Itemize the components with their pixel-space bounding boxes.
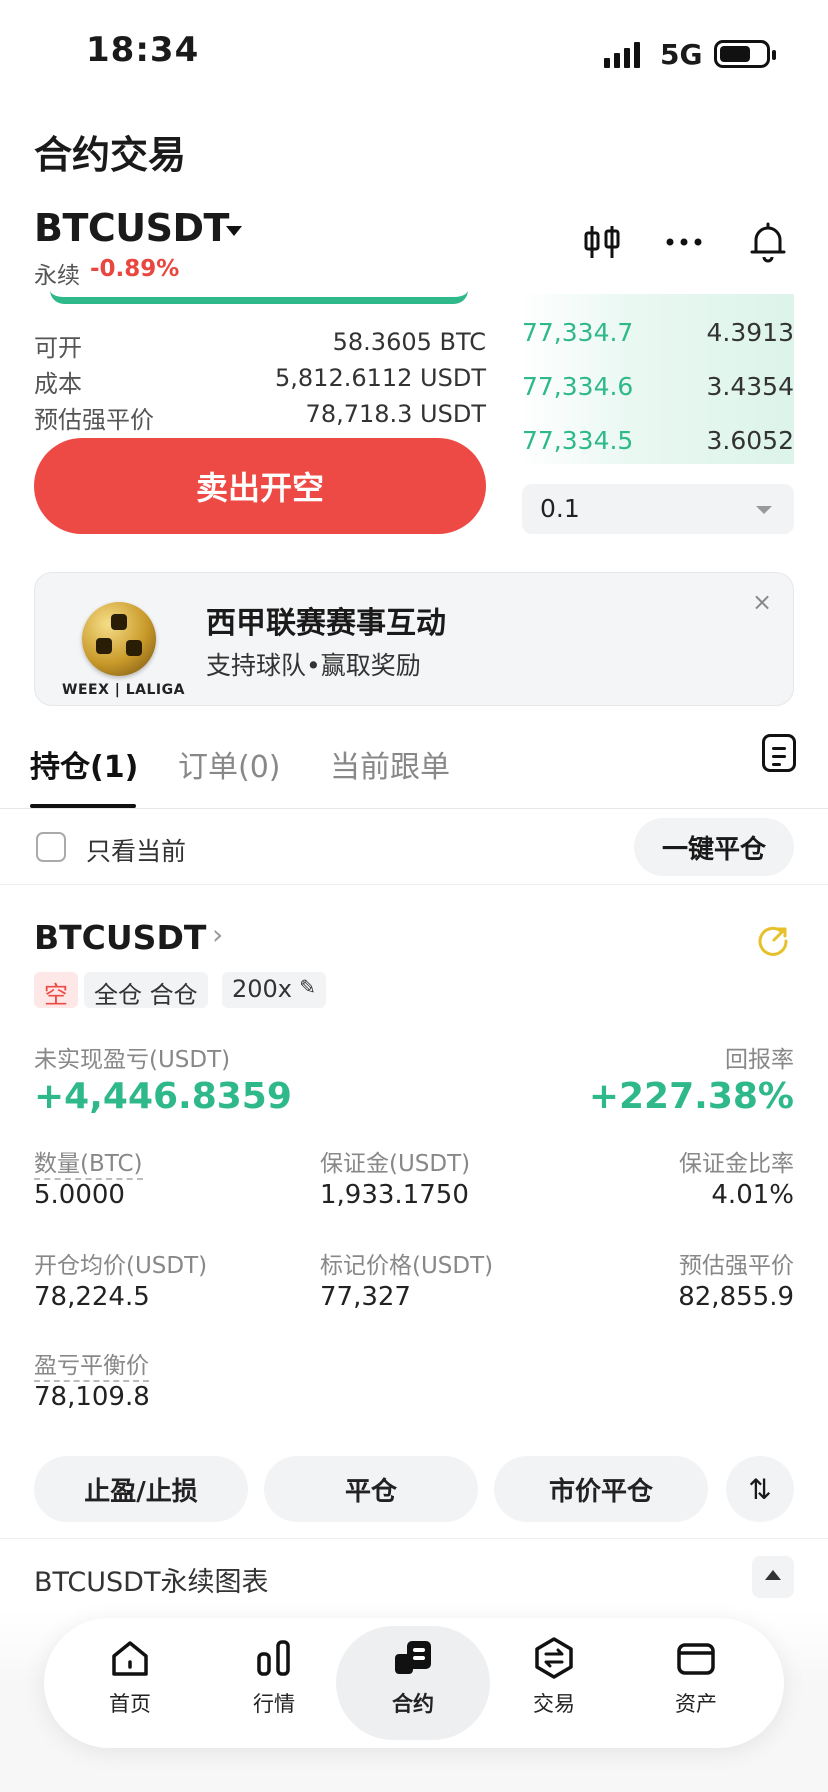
close-position-button[interactable]: 平仓 (264, 1456, 478, 1522)
order-book-qty: 4.3913 (706, 318, 794, 347)
close-icon[interactable]: × (752, 588, 772, 616)
symbol-selector[interactable]: BTCUSDT (34, 206, 229, 250)
pnl-label: 未实现盈亏(USDT) (34, 1047, 231, 1073)
tpsl-button[interactable]: 止盈/止损 (34, 1456, 248, 1522)
market-close-button[interactable]: 市价平仓 (494, 1456, 708, 1522)
margin-ratio-value: 4.01% (711, 1180, 794, 1210)
margin-value: 1,933.1750 (320, 1180, 469, 1210)
divider (0, 808, 828, 809)
margin-label: 保证金(USDT) (320, 1151, 471, 1177)
banner-subtitle: 支持球队•赢取奖励 (206, 651, 421, 680)
page-title: 合约交易 (34, 133, 187, 177)
swap-icon[interactable]: ⇅ (726, 1456, 794, 1522)
mark-price-value: 77,327 (320, 1282, 411, 1312)
market-bars-icon (257, 1640, 290, 1676)
banner-title: 西甲联赛赛事互动 (206, 606, 446, 641)
caret-down-icon[interactable] (226, 226, 242, 236)
tab-positions[interactable]: 持仓(1) (30, 742, 138, 786)
more-icon[interactable] (662, 220, 706, 264)
breakeven-value: 78,109.8 (34, 1382, 150, 1412)
candlestick-icon[interactable] (580, 220, 624, 264)
network-label: 5G (660, 38, 703, 71)
caret-down-icon (756, 506, 772, 514)
share-icon[interactable] (756, 924, 790, 958)
football-icon (82, 602, 156, 676)
chevron-up-icon[interactable] (752, 1556, 794, 1598)
leverage-value: 200x (232, 975, 293, 1003)
breakeven-label[interactable]: 盈亏平衡价 (34, 1353, 149, 1382)
cost-label: 成本 (34, 370, 82, 398)
chevron-right-icon[interactable]: › (212, 918, 223, 951)
nav-label: 行情 (253, 1692, 295, 1716)
order-book-price[interactable]: 77,334.7 (522, 318, 633, 347)
order-book-qty: 3.4354 (706, 372, 794, 401)
current-only-label: 只看当前 (86, 837, 187, 866)
brand-logo: WEEX | LALIGA (62, 682, 185, 698)
divider (0, 884, 828, 885)
tab-copy-trading[interactable]: 当前跟单 (330, 742, 450, 786)
precision-select[interactable]: 0.1 (522, 484, 794, 534)
unrealized-pnl: +4,446.8359 (34, 1076, 292, 1117)
price-change: -0.89% (90, 256, 180, 282)
cost-value: 5,812.6112 USDT (275, 364, 486, 392)
bell-icon[interactable] (746, 220, 790, 264)
liq-price-label: 预估强平价 (34, 406, 154, 434)
liq-price-value: 78,718.3 USDT (305, 400, 486, 428)
liq-price-label: 预估强平价 (679, 1253, 794, 1279)
margin-ratio-label: 保证金比率 (679, 1151, 794, 1177)
side-badge: 空 (34, 972, 78, 1009)
current-only-checkbox[interactable] (36, 832, 66, 862)
nav-trade[interactable]: 交易 (494, 1636, 614, 1736)
return-rate: +227.38% (588, 1076, 794, 1117)
nav-label: 资产 (675, 1692, 717, 1716)
order-book-price[interactable]: 77,334.6 (522, 372, 633, 401)
edit-icon: ✎ (299, 975, 317, 999)
nav-label: 交易 (533, 1692, 575, 1716)
home-icon (112, 1641, 148, 1676)
nav-market[interactable]: 行情 (214, 1636, 334, 1736)
roe-label: 回报率 (725, 1047, 794, 1073)
exchange-icon (535, 1637, 573, 1679)
nav-assets[interactable]: 资产 (636, 1636, 756, 1736)
mark-price-label: 标记价格(USDT) (320, 1253, 494, 1279)
sell-open-short-button[interactable]: 卖出开空 (34, 438, 486, 534)
battery-icon (714, 40, 776, 68)
buy-button-edge[interactable] (50, 290, 468, 304)
order-book-price[interactable]: 77,334.5 (522, 426, 633, 455)
position-symbol[interactable]: BTCUSDT (34, 918, 206, 957)
nav-futures[interactable]: 合约 (353, 1636, 473, 1736)
nav-label: 合约 (392, 1692, 434, 1716)
wallet-icon (677, 1643, 715, 1675)
document-icon[interactable] (762, 734, 796, 772)
divider (0, 1538, 828, 1539)
futures-icon (395, 1641, 431, 1674)
contract-type: 永续 (34, 263, 80, 289)
entry-price-value: 78,224.5 (34, 1282, 150, 1312)
margin-mode-badge[interactable]: 全仓 合仓 (84, 972, 208, 1009)
tab-orders[interactable]: 订单(0) (178, 742, 281, 786)
leverage-badge[interactable]: 200x ✎ (222, 972, 327, 1008)
liq-price-value: 82,855.9 (678, 1282, 794, 1312)
chart-section-title[interactable]: BTCUSDT永续图表 (34, 1560, 268, 1599)
precision-value: 0.1 (540, 494, 580, 523)
signal-icon (604, 42, 640, 68)
order-book-qty: 3.6052 (706, 426, 794, 455)
nav-label: 首页 (109, 1692, 151, 1716)
quantity-label[interactable]: 数量(BTC) (34, 1151, 143, 1180)
close-all-button[interactable]: 一键平仓 (634, 818, 794, 876)
status-time: 18:34 (86, 30, 200, 70)
quantity-value: 5.0000 (34, 1180, 125, 1210)
available-value: 58.3605 BTC (332, 328, 486, 356)
entry-price-label: 开仓均价(USDT) (34, 1253, 208, 1279)
nav-home[interactable]: 首页 (70, 1636, 190, 1736)
available-label: 可开 (34, 334, 82, 362)
